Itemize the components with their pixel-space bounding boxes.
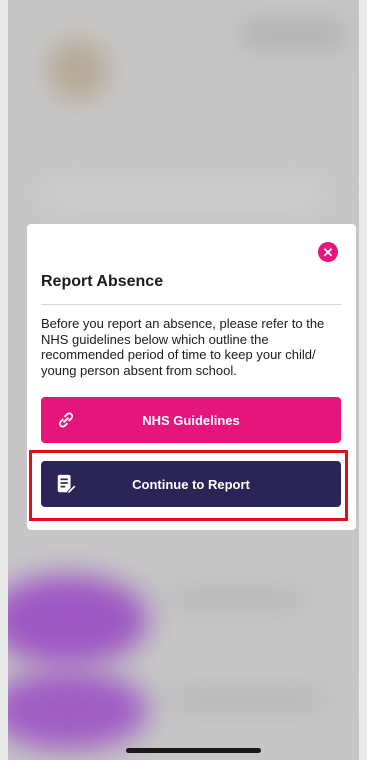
- edit-document-icon: [57, 474, 77, 494]
- blurred-text: [168, 690, 328, 708]
- continue-to-report-label: Continue to Report: [132, 476, 250, 492]
- nhs-guidelines-label: NHS Guidelines: [142, 412, 240, 428]
- home-indicator: [126, 748, 261, 753]
- continue-to-report-button[interactable]: Continue to Report: [41, 461, 341, 507]
- blurred-tile: [8, 670, 148, 750]
- dialog-message: Before you report an absence, please ref…: [41, 316, 325, 378]
- dialog-title: Report Absence: [41, 273, 164, 290]
- report-absence-dialog: ✕ Report Absence Before you report an ab…: [27, 224, 356, 530]
- blurred-avatar: [48, 40, 108, 100]
- nhs-guidelines-button[interactable]: NHS Guidelines: [41, 397, 341, 443]
- link-icon: [58, 412, 74, 428]
- blurred-content: [38, 180, 328, 210]
- close-icon[interactable]: ✕: [318, 242, 338, 262]
- blurred-tile: [8, 575, 148, 665]
- blurred-text: [168, 590, 308, 608]
- blurred-header: [238, 20, 348, 48]
- divider: [41, 304, 341, 305]
